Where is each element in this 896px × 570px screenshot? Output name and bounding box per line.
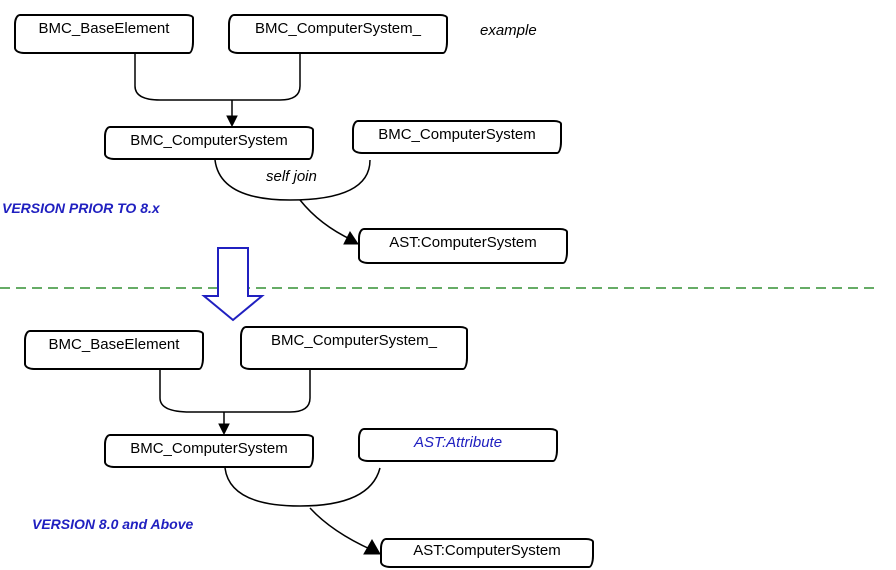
- box-ast-computersystem-bottom: AST:ComputerSystem: [380, 538, 594, 568]
- text: BMC_ComputerSystem_: [271, 332, 437, 349]
- connectors-overlay: [0, 0, 896, 570]
- box-bmc-computersystem-right-top: BMC_ComputerSystem: [352, 120, 562, 154]
- text: AST:ComputerSystem: [413, 542, 561, 559]
- text: BMC_BaseElement: [39, 20, 170, 37]
- text: AST:Attribute: [414, 434, 502, 451]
- text: BMC_ComputerSystem_: [255, 20, 421, 37]
- label-self-join: self join: [266, 168, 317, 185]
- big-arrow-down-icon: [204, 248, 262, 320]
- box-bmc-base-element-bottom: BMC_BaseElement: [24, 330, 204, 370]
- label-example: example: [480, 22, 537, 39]
- label-version-above: VERSION 8.0 and Above: [32, 516, 193, 532]
- box-bmc-base-element-top: BMC_BaseElement: [14, 14, 194, 54]
- text: BMC_ComputerSystem: [130, 132, 288, 149]
- text: BMC_ComputerSystem: [130, 440, 288, 457]
- box-bmc-computersystem-underscore-top: BMC_ComputerSystem_: [228, 14, 448, 54]
- text: BMC_BaseElement: [49, 336, 180, 353]
- box-ast-computersystem-top: AST:ComputerSystem: [358, 228, 568, 264]
- text: AST:ComputerSystem: [389, 234, 537, 251]
- text: BMC_ComputerSystem: [378, 126, 536, 143]
- box-bmc-computersystem-underscore-bottom: BMC_ComputerSystem_: [240, 326, 468, 370]
- box-bmc-computersystem-left-top: BMC_ComputerSystem: [104, 126, 314, 160]
- box-ast-attribute: AST:Attribute: [358, 428, 558, 462]
- box-bmc-computersystem-left-bottom: BMC_ComputerSystem: [104, 434, 314, 468]
- label-version-prior: VERSION PRIOR TO 8.x: [2, 200, 160, 216]
